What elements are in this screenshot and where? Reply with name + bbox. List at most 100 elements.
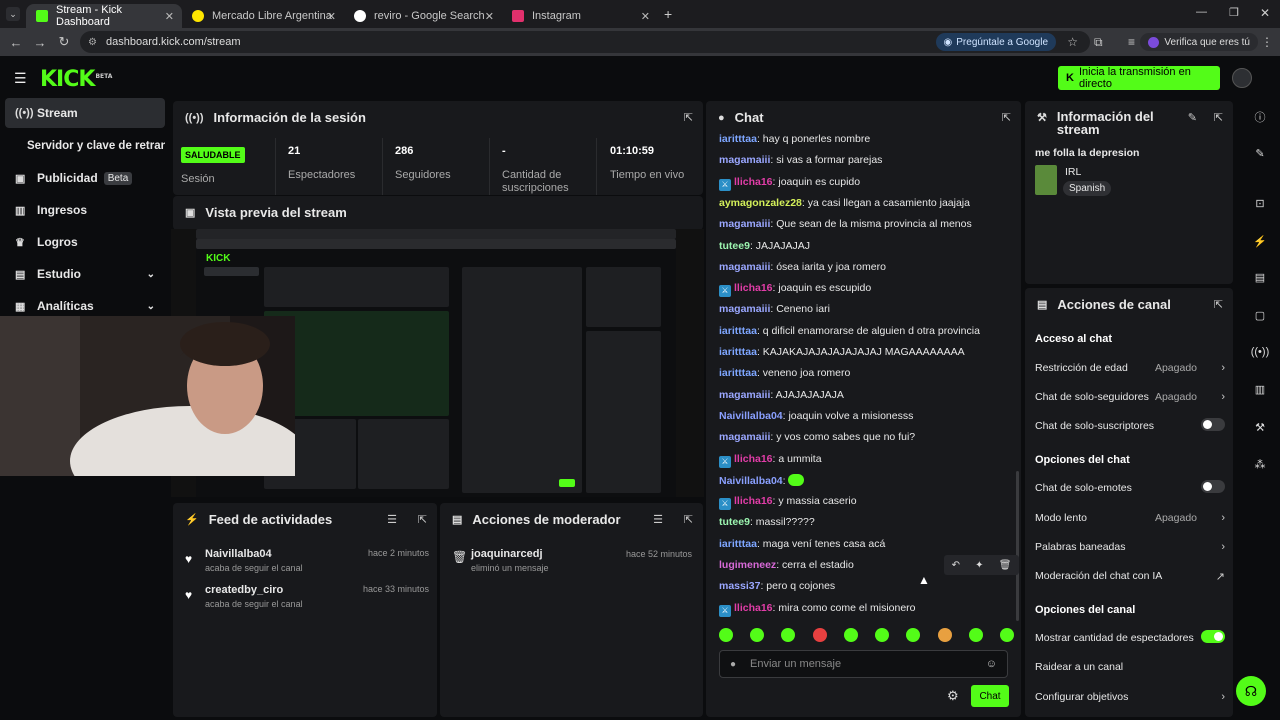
close-tab-icon[interactable]: ✕ (485, 10, 494, 23)
followers-only-row[interactable]: Chat de solo-seguidores Apagado › (1035, 391, 1225, 403)
user-avatar[interactable] (1232, 68, 1252, 88)
info-icon[interactable]: ⓘ (1250, 108, 1270, 128)
popout-icon[interactable]: ⇱ (684, 513, 693, 526)
chat-message[interactable]: ⚔ llicha16: joaquin es escupido (719, 282, 1009, 298)
chat-message[interactable]: Naivillalba04: (719, 473, 1009, 487)
emote-icon[interactable] (781, 628, 796, 642)
site-info-icon[interactable]: ⚙ (88, 37, 97, 48)
chat-message[interactable]: aymagonzalez28: ya casi llegan a casamie… (719, 197, 1009, 209)
minimize-icon[interactable]: — (1196, 6, 1207, 18)
chat-username[interactable]: tutee9 (719, 516, 750, 528)
emote-icon[interactable] (937, 628, 952, 642)
slow-mode-row[interactable]: Modo lento Apagado › (1035, 512, 1225, 524)
age-restriction-row[interactable]: Restricción de edad Apagado › (1035, 362, 1225, 374)
popout-icon[interactable]: ⇱ (1214, 298, 1223, 311)
url-input[interactable]: ⚙ dashboard.kick.com/stream ◉ Pregúntale … (80, 31, 1090, 53)
chat-message[interactable]: magamaiii: AJAJAJAJAJA (719, 389, 1009, 401)
chat-username[interactable]: massi37 (719, 580, 760, 592)
chat-message[interactable]: massi37: pero q cojones (719, 580, 1009, 592)
chat-username[interactable]: llicha16 (734, 602, 773, 614)
chat-username[interactable]: magamaiii (719, 154, 770, 166)
edit-pencil-icon[interactable]: ✎ (1188, 111, 1197, 124)
close-tab-icon[interactable]: ✕ (165, 10, 174, 23)
back-icon[interactable]: ← (4, 35, 28, 50)
emote-icon[interactable] (875, 628, 890, 642)
sidebar-item-income[interactable]: ▥ Ingresos (5, 195, 165, 225)
chat-username[interactable]: llicha16 (734, 453, 773, 465)
category-name[interactable]: IRL (1065, 166, 1081, 178)
chat-message[interactable]: magamaiii: y vos como sabes que no fui? (719, 431, 1009, 443)
chat-username[interactable]: iaritttaa (719, 346, 757, 358)
chat-message[interactable]: tutee9: massil????? (719, 516, 1009, 528)
chat-message[interactable]: magamaiii: Que sean de la misma provinci… (719, 218, 1009, 230)
browser-tab-instagram[interactable]: Instagram ✕ (502, 4, 658, 28)
browser-tab-google[interactable]: reviro - Google Search ✕ (344, 4, 502, 28)
chat-username[interactable]: iaritttaa (719, 133, 757, 145)
chat-message[interactable]: iaritttaa: q dificil enamorarse de algui… (719, 325, 1009, 337)
sidebar-item-ads[interactable]: ▣ Publicidad Beta (5, 163, 165, 193)
wrench-icon[interactable]: ⚒ (1250, 418, 1270, 438)
chat-message[interactable]: iaritttaa: hay q ponerles nombre (719, 133, 1009, 145)
pin-icon[interactable]: ✦ (975, 560, 983, 571)
emotes-only-toggle[interactable] (1201, 480, 1225, 493)
support-headset-icon[interactable]: ☊ (1236, 676, 1266, 706)
lightning-icon[interactable]: ⚡ (1250, 232, 1270, 252)
emote-icon[interactable] (906, 628, 921, 642)
chat-username[interactable]: magamaiii (719, 389, 770, 401)
close-tab-icon[interactable]: ✕ (327, 10, 336, 23)
chat-username[interactable]: iaritttaa (719, 325, 757, 337)
chat-message[interactable]: magamaiii: si vas a formar parejas (719, 154, 1009, 166)
banned-words-row[interactable]: Palabras baneadas › (1035, 541, 1225, 553)
chat-message[interactable]: tutee9: JAJAJAJAJ (719, 240, 1009, 252)
popout-icon[interactable]: ⇱ (418, 513, 427, 526)
chat-username[interactable]: llicha16 (734, 495, 773, 507)
chat-settings-gear-icon[interactable]: ⚙ (947, 688, 959, 704)
chat-message[interactable]: ⚔ llicha16: a ummita (719, 453, 1009, 468)
chat-message-input[interactable]: ● Enviar un mensaje ☺ (719, 650, 1008, 678)
close-window-icon[interactable]: ✕ (1260, 6, 1270, 20)
chat-bubble-icon[interactable]: ▢ (1250, 306, 1270, 326)
popout-icon[interactable]: ⇱ (1002, 111, 1011, 124)
chat-username[interactable]: magamaiii (719, 431, 770, 443)
activity-user[interactable]: Naivillalba04 (205, 548, 272, 560)
chat-scrollbar[interactable] (1016, 471, 1019, 621)
hamburger-menu-icon[interactable]: ☰ (14, 70, 27, 87)
chat-message[interactable]: magamaiii: Ceneno iari (719, 303, 1009, 315)
browser-tab-mercadolibre[interactable]: Mercado Libre Argentina - Envi ✕ (182, 4, 344, 28)
popout-icon[interactable]: ⇱ (1214, 111, 1223, 124)
chat-username[interactable]: llicha16 (734, 176, 773, 188)
layout-icon[interactable]: ▥ (1250, 380, 1270, 400)
chat-username[interactable]: Naivillalba04 (719, 410, 783, 422)
subs-only-toggle[interactable] (1201, 418, 1225, 431)
chat-message[interactable]: iaritttaa: KAJAKAJAJAJAJAJAJAJ MAGAAAAAA… (719, 346, 1009, 358)
emote-icon[interactable] (843, 628, 858, 642)
ask-google-button[interactable]: ◉ Pregúntale a Google (935, 33, 1056, 51)
forward-icon[interactable]: → (28, 35, 52, 50)
chat-message[interactable]: ⚔ llicha16: joaquin es cupido (719, 176, 1009, 191)
badge-selector-icon[interactable]: ● (730, 659, 736, 670)
chat-message[interactable]: Naivillalba04: joaquin volve a misioness… (719, 410, 1009, 422)
emote-icon[interactable] (719, 628, 733, 642)
target-icon[interactable]: ⊡ (1250, 194, 1270, 214)
chat-message[interactable]: iaritttaa: veneno joa romero (719, 367, 1009, 379)
tab-list-icon[interactable]: ⌄ (6, 7, 20, 21)
browser-tab-kick[interactable]: Stream - Kick Dashboard ✕ (26, 4, 182, 28)
chat-username[interactable]: lugimeneez (719, 559, 776, 571)
reply-icon[interactable]: ↶ (952, 560, 960, 571)
activity-user[interactable]: createdby_ciro (205, 584, 283, 596)
emote-icon[interactable] (812, 628, 827, 642)
chat-username[interactable]: magamaiii (719, 261, 770, 273)
go-live-button[interactable]: K Inicia la transmisión en directo (1058, 66, 1220, 90)
document-icon[interactable]: ▤ (1250, 268, 1270, 288)
raid-row[interactable]: Raidear a un canal (1035, 661, 1225, 673)
emoji-icon[interactable]: ☺ (986, 658, 997, 670)
mod-action-user[interactable]: joaquinarcedj (471, 548, 543, 560)
bookmark-star-icon[interactable]: ☆ (1067, 35, 1078, 49)
extensions-icon[interactable]: ⧉ (1094, 35, 1103, 50)
sidebar-item-server-key[interactable]: Servidor y clave de retransn (5, 131, 165, 161)
sidebar-item-achievements[interactable]: ♛ Logros (5, 227, 165, 257)
restore-icon[interactable]: ❐ (1229, 6, 1239, 19)
chat-message[interactable]: ⚔ llicha16: mira como come el misionero (719, 602, 1009, 617)
close-tab-icon[interactable]: ✕ (641, 10, 650, 23)
edit-pencil-icon[interactable]: ✎ (1250, 144, 1270, 164)
